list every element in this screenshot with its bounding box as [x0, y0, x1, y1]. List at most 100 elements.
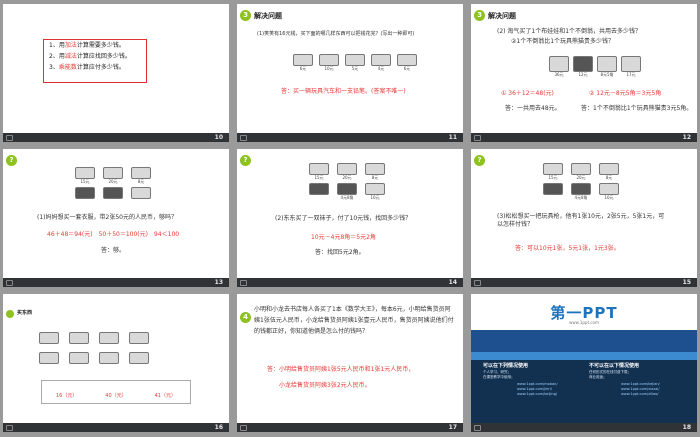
- slide-thumbnail-16[interactable]: 买东西 16（元） 40（元） 41（元） 16: [3, 294, 229, 432]
- allowed-title: 可以在下列情况使用: [483, 363, 529, 369]
- summary-item-3: 3、乘能数计算应付多少钱。: [49, 64, 125, 71]
- allowed-list: 个人学习、研究； 在课堂教学中使用；: [483, 370, 515, 380]
- summary-box: 1、用加法计算需要多少钱。 2、用减法计算应找回多少钱。 3、乘能数计算应付多少…: [43, 39, 147, 83]
- item-image: [571, 183, 591, 195]
- item-image: [129, 332, 149, 344]
- item-price: 12元: [578, 72, 588, 77]
- links-right: www.1ppt.com/kejian/ www.1ppt.com/xiazai…: [621, 382, 660, 397]
- clothing-image: [131, 167, 151, 179]
- item-price: 20元: [108, 179, 118, 184]
- slide-number: 16: [214, 424, 223, 431]
- answer-text: 答：找回5元2角。: [315, 249, 365, 256]
- links-left: www.1ppt.com/moban/ www.1ppt.com/jieri/ …: [517, 382, 558, 397]
- item-image: [397, 54, 417, 66]
- item-image: [319, 54, 339, 66]
- slide-logo-icon: [6, 280, 13, 286]
- item-image: [131, 187, 151, 199]
- question-badge: ?: [6, 155, 17, 166]
- item-price: 8元: [371, 175, 379, 180]
- slide-number: 14: [448, 279, 457, 286]
- question-text-1: (2) 淘气买了1个布娃娃和1个不倒翁，共用去多少钱？: [497, 28, 642, 35]
- item-image: [39, 352, 59, 364]
- slide-thumbnail-18[interactable]: 第一PPT www.1ppt.com 可以在下列情况使用 不可以在以下情况使用 …: [471, 294, 697, 432]
- not-allowed-title: 不可以在以下情况使用: [589, 363, 640, 369]
- not-allowed-list: 任何形式的在线付费下载； 商业用途；: [589, 370, 631, 380]
- slide-footer-bar: 13: [3, 278, 229, 287]
- summary-item-1: 1、用加法计算需要多少钱。: [49, 42, 125, 49]
- answer-text: 答：买一辆玩具汽车和一支铅笔。(答案不唯一): [281, 88, 406, 95]
- item-image: [75, 187, 95, 199]
- calc-1: ① 36＋12＝48(元): [501, 90, 554, 97]
- slide-thumbnail-11[interactable]: 3 解决问题 (1)笑笑有16元钱，买下面的哪几样东西可以把钱花完？(写出一种即…: [237, 4, 463, 142]
- item-image: [69, 352, 89, 364]
- item-price: 8元: [137, 179, 145, 184]
- summary-item-2: 2、用减法计算应找回多少钱。: [49, 53, 131, 60]
- slide-thumbnail-13[interactable]: ? 15元 20元 8元 (1)妈妈想买一套衣服，带2张50元的人民币，够吗？ …: [3, 149, 229, 287]
- socks-image: [599, 183, 619, 195]
- clothing-image: [599, 163, 619, 175]
- item-price: 10元: [604, 195, 614, 200]
- calc-text: 46＋48＝94(元) 50＋50＝100(元) 94＜100: [47, 231, 180, 238]
- allowed-line: 在课堂教学中使用；: [483, 375, 515, 379]
- clothing-image: [75, 167, 95, 179]
- slide-number: 13: [214, 279, 223, 286]
- answer-line-1: 答：小明给售货员阿姨1张5元人民币和1张1元人民币，: [267, 366, 415, 373]
- activity-badge-icon: [6, 310, 14, 318]
- item-price: 36元: [554, 72, 564, 77]
- item-price: 6元: [403, 66, 411, 71]
- slide-number: 12: [682, 134, 691, 141]
- slide-thumbnail-17[interactable]: 4 小明和小龙去书店每人各买了1本《数学大王》，每本6元，小明给售货员阿姨1张伍…: [237, 294, 463, 432]
- item-price: 15元: [548, 175, 558, 180]
- slide-logo-icon: [474, 425, 481, 431]
- clothing-image: [337, 163, 357, 175]
- item-price: 6元: [299, 66, 307, 71]
- item-image: [39, 332, 59, 344]
- item-price: 17元: [626, 72, 636, 77]
- slide-footer-bar: 18: [471, 423, 697, 432]
- resource-link[interactable]: www.1ppt.com/ziliao/: [621, 392, 660, 397]
- toy-gun-image: [543, 183, 563, 195]
- clothing-image: [365, 163, 385, 175]
- item-price: 5元: [351, 66, 359, 71]
- slide-logo-icon: [240, 425, 247, 431]
- resource-link[interactable]: www.1ppt.com/beijing/: [517, 392, 558, 397]
- question-badge: 3: [240, 10, 251, 21]
- item-price: 20元: [576, 175, 586, 180]
- item-price: 10元: [324, 66, 334, 71]
- item-image: [293, 54, 313, 66]
- item-image: [345, 54, 365, 66]
- answer-1: 答：一共用去48元。: [505, 105, 561, 112]
- slide-thumbnail-14[interactable]: ? 15元 20元 8元 4元8角 10元 (2)东东买了一双袜子，付了10元钱…: [237, 149, 463, 287]
- item-image: [99, 332, 119, 344]
- answer-text: 答：够。: [101, 247, 126, 254]
- item-image: [69, 332, 89, 344]
- slide-title: 买东西: [17, 310, 33, 316]
- item-image: [371, 54, 391, 66]
- answer-2: 答：1个不倒翁比1个玩具熊猫贵3元5角。: [581, 105, 693, 112]
- clothing-image: [543, 163, 563, 175]
- item-price: 8元: [605, 175, 613, 180]
- slide-logo-icon: [240, 135, 247, 141]
- slide-number: 11: [448, 134, 457, 141]
- item-price: 4元: [377, 66, 385, 71]
- item-image: [549, 56, 569, 72]
- answer-text: 答：可以10元1张，5元1张，1元3张。: [515, 245, 620, 252]
- item-price: 4元8角: [340, 195, 354, 200]
- total-3: 41（元）: [154, 393, 176, 399]
- slide-number: 10: [214, 134, 223, 141]
- item-price: 20元: [342, 175, 352, 180]
- question-badge: ?: [474, 155, 485, 166]
- slide-number: 15: [682, 279, 691, 286]
- slide-logo-icon: [6, 425, 13, 431]
- item-price: 15元: [314, 175, 324, 180]
- slide-thumbnail-15[interactable]: ? 15元 20元 8元 4元8角 10元 (3)松松想买一把玩具枪，他有1张1…: [471, 149, 697, 287]
- slide-thumbnail-10[interactable]: 1、用加法计算需要多少钱。 2、用减法计算应找回多少钱。 3、乘能数计算应付多少…: [3, 4, 229, 142]
- slide-footer-bar: 10: [3, 133, 229, 142]
- item-image: [103, 187, 123, 199]
- clothing-image: [103, 167, 123, 179]
- item-image: [597, 56, 617, 72]
- slide-thumbnail-12[interactable]: 3 解决问题 (2) 淘气买了1个布娃娃和1个不倒翁，共用去多少钱？ ②1个不倒…: [471, 4, 697, 142]
- question-badge: 4: [240, 312, 251, 323]
- slide-logo-icon: [240, 280, 247, 286]
- calc-2: ② 12元－8元5角＝3元5角: [589, 90, 662, 97]
